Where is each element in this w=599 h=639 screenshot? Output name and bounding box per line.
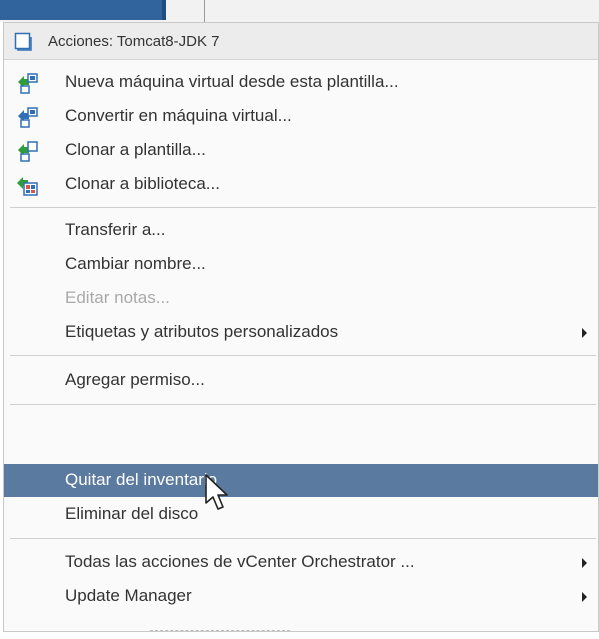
menu-item-remove-from-inventory[interactable]: Quitar del inventario: [4, 464, 598, 497]
menu-item-label: Etiquetas y atributos personalizados: [65, 322, 339, 341]
submenu-arrow-icon: [582, 558, 587, 568]
menu-item-label: Transferir a...: [65, 220, 166, 239]
menu-separator: [10, 355, 596, 356]
menu-item-new-vm-from-template[interactable]: Nueva máquina virtual desde esta plantil…: [4, 66, 598, 99]
menu-item-clone-to-library[interactable]: Clonar a biblioteca...: [4, 168, 598, 201]
menu-item-transfer-to[interactable]: Transferir a...: [4, 214, 598, 247]
submenu-arrow-icon: [582, 328, 587, 338]
menu-item-label: Update Manager: [65, 586, 192, 605]
menu-item-label: Agregar permiso...: [65, 370, 205, 389]
menu-item-rename[interactable]: Cambiar nombre...: [4, 248, 598, 281]
menu-item-label: Cambiar nombre...: [65, 254, 206, 273]
menu-separator: [10, 538, 596, 539]
menu-separator: [10, 207, 596, 208]
background-bottom-edge: [0, 632, 599, 639]
menu-item-edit-notes: Editar notas...: [4, 282, 598, 315]
mouse-pointer-icon: [205, 474, 228, 510]
menu-item-delete-from-disk[interactable]: Eliminar del disco: [4, 498, 598, 531]
menu-header: Acciones: Tomcat8-JDK 7: [4, 23, 598, 60]
menu-item-label: Quitar del inventario: [65, 470, 218, 489]
new-vm-from-template-icon: [18, 73, 38, 94]
menu-item-label: Clonar a plantilla...: [65, 140, 206, 159]
menu-header-title: Acciones: Tomcat8-JDK 7: [48, 33, 220, 50]
menu-separator: [10, 404, 596, 405]
menu-item-label: Nueva máquina virtual desde esta plantil…: [65, 72, 399, 91]
clone-to-template-icon: [18, 141, 38, 162]
submenu-arrow-icon: [582, 592, 587, 602]
menu-item-label: Clonar a biblioteca...: [65, 174, 220, 193]
background-divider: [204, 0, 205, 22]
menu-item-tags-and-attributes[interactable]: Etiquetas y atributos personalizados: [4, 316, 598, 349]
actions-context-menu: Acciones: Tomcat8-JDK 7 Nueva máquina vi…: [3, 22, 599, 632]
convert-to-vm-icon: [18, 107, 38, 128]
menu-item-add-permission[interactable]: Agregar permiso...: [4, 364, 598, 397]
menu-item-update-manager[interactable]: Update Manager: [4, 580, 598, 613]
menu-item-label: Eliminar del disco: [65, 504, 199, 523]
menu-item-label: Editar notas...: [65, 288, 170, 307]
clone-to-library-icon: [17, 177, 38, 196]
menu-item-convert-to-vm[interactable]: Convertir en máquina virtual...: [4, 100, 598, 133]
background-selected-tab: [0, 0, 162, 20]
menu-item-clone-to-template[interactable]: Clonar a plantilla...: [4, 134, 598, 167]
menu-item-label: Convertir en máquina virtual...: [65, 106, 292, 125]
menu-item-vcenter-orchestrator-actions[interactable]: Todas las acciones de vCenter Orchestrat…: [4, 546, 598, 579]
background-tab-edge: [162, 0, 166, 20]
background-partial-text: [150, 630, 290, 634]
template-icon: [14, 32, 32, 51]
menu-item-label: Todas las acciones de vCenter Orchestrat…: [65, 552, 415, 571]
